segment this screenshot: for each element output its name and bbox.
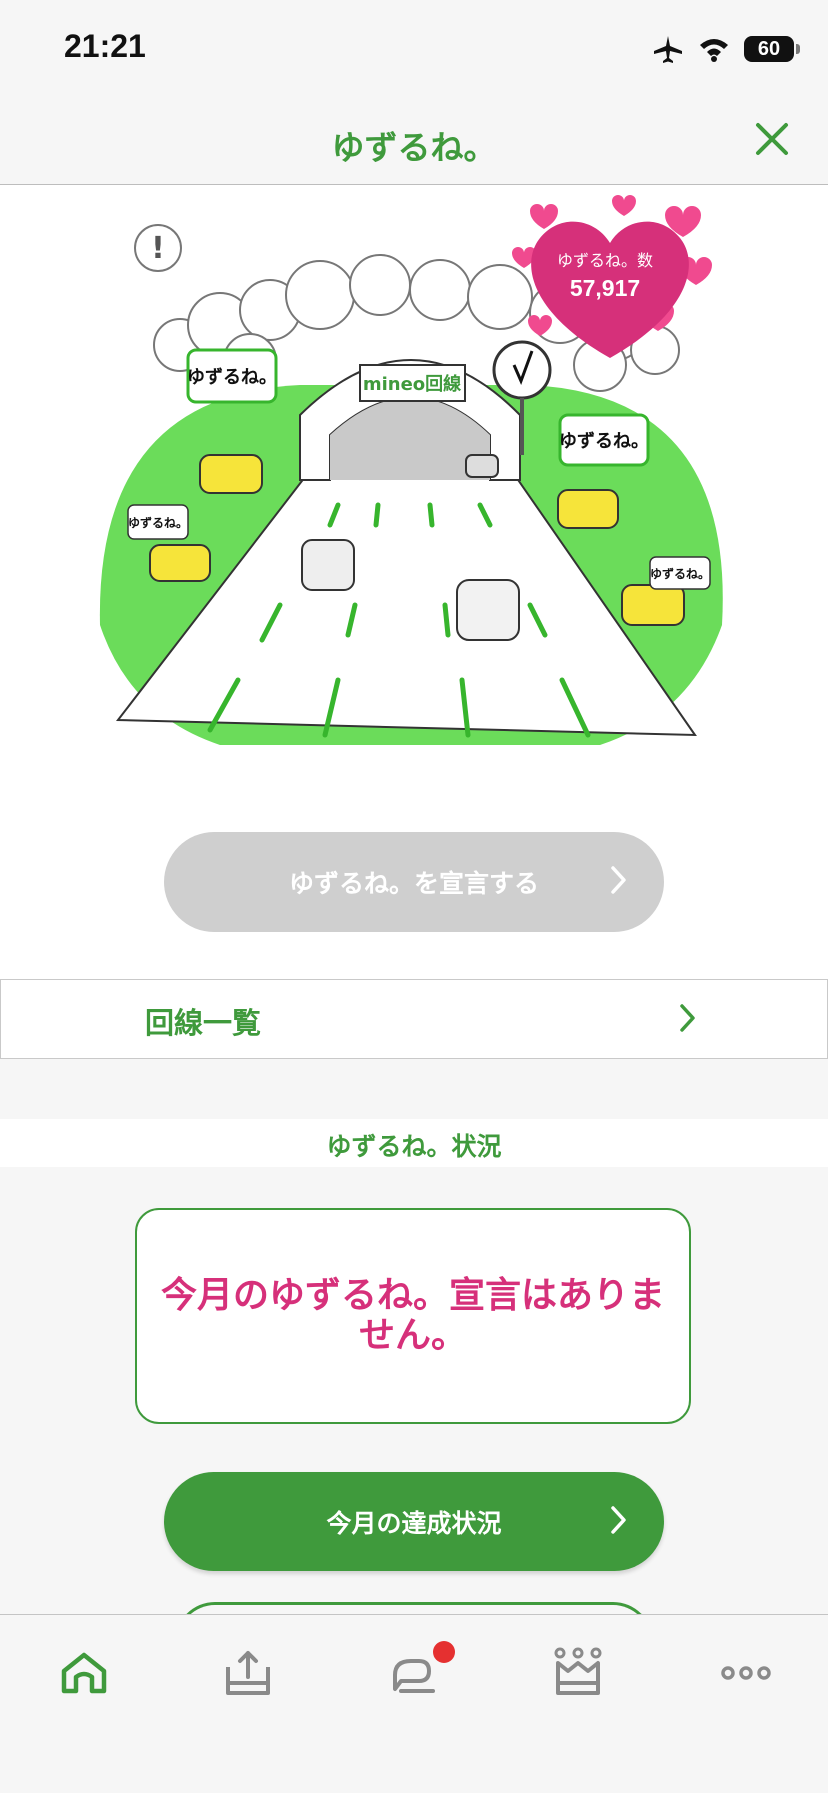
monthly-progress-button[interactable]: 今月の達成状況 bbox=[164, 1472, 664, 1571]
line-list-label: 回線一覧 bbox=[145, 1006, 262, 1040]
chevron-right-icon bbox=[611, 1506, 626, 1534]
more-icon[interactable] bbox=[718, 1645, 774, 1701]
page-title: ゆずるね。 bbox=[331, 128, 497, 167]
close-icon[interactable] bbox=[750, 117, 794, 161]
status-icons: 60 bbox=[652, 34, 800, 64]
line-list-row[interactable]: 回線一覧 bbox=[0, 979, 828, 1059]
counter-value: 57,917 bbox=[569, 275, 641, 301]
crown-icon[interactable] bbox=[550, 1645, 606, 1701]
svg-text:ゆずるね。: ゆずるね。 bbox=[187, 367, 277, 388]
svg-text:ゆずるね。: ゆずるね。 bbox=[559, 431, 649, 452]
notification-badge bbox=[433, 1641, 455, 1663]
status-time: 21:21 bbox=[64, 28, 146, 64]
battery-indicator: 60 bbox=[744, 36, 800, 62]
home-icon[interactable] bbox=[56, 1645, 112, 1701]
chevron-right-icon bbox=[680, 1004, 695, 1032]
status-message: 今月のゆずるね。宣言はありません。 bbox=[160, 1274, 665, 1356]
status-card: 今月のゆずるね。宣言はありません。 bbox=[135, 1208, 691, 1424]
svg-text:ゆずるね。: ゆずるね。 bbox=[650, 566, 710, 581]
svg-text:ゆずるね。: ゆずるね。 bbox=[128, 515, 188, 530]
wifi-icon bbox=[700, 39, 728, 62]
tab-bar bbox=[0, 1614, 828, 1793]
section-header: ゆずるね。状況 bbox=[0, 1119, 828, 1167]
counter-label: ゆずるね。数 bbox=[556, 251, 653, 270]
status-bar: 21:21 60 bbox=[0, 0, 828, 95]
progress-button-label: 今月の達成状況 bbox=[326, 1508, 502, 1538]
section-title: ゆずるね。状況 bbox=[326, 1132, 502, 1161]
info-icon[interactable]: ! bbox=[134, 224, 182, 272]
declare-button-label: ゆずるね。を宣言する bbox=[288, 869, 539, 898]
svg-text:mineo回線: mineo回線 bbox=[363, 373, 461, 395]
upload-tray-icon[interactable] bbox=[220, 1645, 276, 1701]
hero-section: mineo回線 ゆずるね。 ゆずるね。 ゆずるね。 ゆずるね。 ! ゆずるね。数… bbox=[0, 185, 828, 980]
nav-header: ゆずるね。 bbox=[0, 95, 828, 185]
declare-button[interactable]: ゆずるね。を宣言する bbox=[164, 832, 664, 932]
chevron-right-icon bbox=[611, 866, 626, 894]
airplane-icon bbox=[654, 36, 682, 63]
